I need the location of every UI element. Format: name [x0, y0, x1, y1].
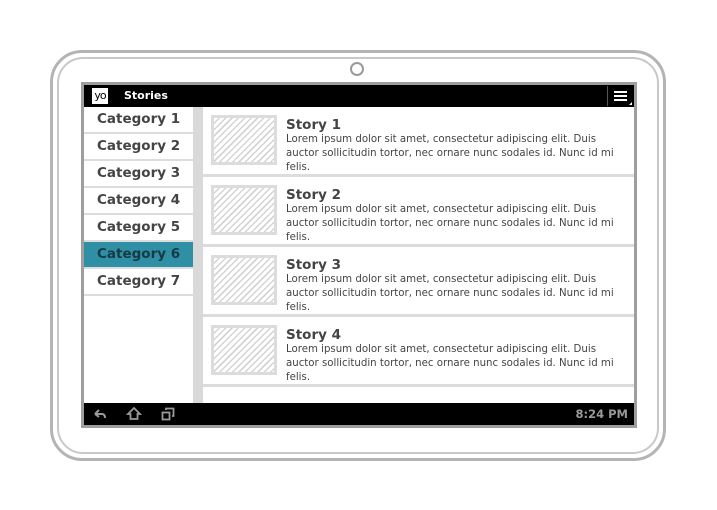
story-list: Story 1 Lorem ipsum dolor sit amet, cons… [203, 107, 634, 403]
system-navigation-bar: 8:24 PM [84, 403, 634, 425]
category-item-3[interactable]: Category 3 [84, 161, 193, 188]
category-item-1[interactable]: Category 1 [84, 107, 193, 134]
story-summary: Lorem ipsum dolor sit amet, consectetur … [286, 344, 614, 383]
story-thumbnail-placeholder [211, 185, 277, 235]
category-item-5[interactable]: Category 5 [84, 215, 193, 242]
story-thumbnail-placeholder [211, 255, 277, 305]
category-list: Category 1 Category 2 Category 3 Categor… [84, 107, 193, 403]
story-item[interactable]: Story 2 Lorem ipsum dolor sit amet, cons… [203, 177, 634, 247]
action-bar: yo Stories [84, 85, 634, 107]
camera-icon [350, 62, 364, 76]
story-item[interactable]: Story 1 Lorem ipsum dolor sit amet, cons… [203, 107, 634, 177]
category-item-2[interactable]: Category 2 [84, 134, 193, 161]
story-item[interactable]: Story 4 Lorem ipsum dolor sit amet, cons… [203, 317, 634, 387]
story-summary: Lorem ipsum dolor sit amet, consectetur … [286, 134, 614, 173]
story-thumbnail-placeholder [211, 325, 277, 375]
recent-apps-icon[interactable] [160, 406, 176, 422]
overflow-menu-button[interactable] [607, 86, 633, 106]
status-clock: 8:24 PM [575, 407, 628, 421]
story-title: Story 2 [286, 187, 342, 203]
story-title: Story 4 [286, 327, 342, 343]
story-title: Story 1 [286, 117, 342, 133]
story-thumbnail-placeholder [211, 115, 277, 165]
category-item-7[interactable]: Category 7 [84, 269, 193, 296]
story-summary: Lorem ipsum dolor sit amet, consectetur … [286, 274, 614, 313]
story-item[interactable]: Story 3 Lorem ipsum dolor sit amet, cons… [203, 247, 634, 317]
category-item-6[interactable]: Category 6 [84, 242, 193, 269]
pane-divider[interactable] [193, 107, 203, 403]
home-icon[interactable] [126, 406, 142, 422]
category-item-4[interactable]: Category 4 [84, 188, 193, 215]
story-summary: Lorem ipsum dolor sit amet, consectetur … [286, 204, 614, 243]
app-logo[interactable]: yo [92, 88, 108, 104]
tablet-screen: yo Stories Category 1 Category 2 Categor… [81, 82, 637, 428]
back-icon[interactable] [92, 406, 108, 422]
app-title: Stories [124, 89, 168, 102]
story-title: Story 3 [286, 257, 342, 273]
